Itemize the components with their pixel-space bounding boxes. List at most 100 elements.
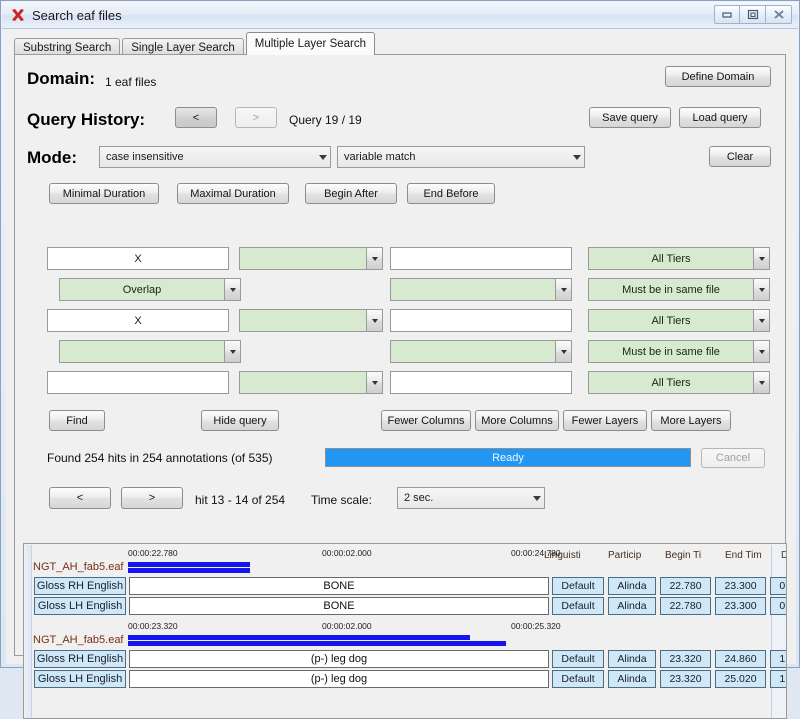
query-row-1-extra-input[interactable] bbox=[390, 247, 572, 270]
mode-case-combo[interactable]: case insensitive bbox=[99, 146, 331, 168]
maximal-duration-button[interactable]: Maximal Duration bbox=[177, 183, 289, 204]
query-history-label: Query History: bbox=[27, 110, 146, 129]
mode-match-combo[interactable]: variable match bbox=[337, 146, 585, 168]
end-time-cell[interactable]: 24.860 bbox=[715, 650, 766, 668]
participant-cell[interactable]: Alinda bbox=[608, 650, 656, 668]
mode-label: Mode: bbox=[27, 148, 78, 167]
query-row-2-extra-combo[interactable] bbox=[390, 278, 572, 301]
query-row-1-attribute-combo[interactable] bbox=[239, 247, 383, 270]
ruler-label-end: 00:00:25.320 bbox=[511, 621, 561, 631]
maximize-button[interactable] bbox=[740, 5, 766, 24]
found-hits-status: Found 254 hits in 254 annotations (of 53… bbox=[47, 451, 273, 465]
more-layers-button[interactable]: More Layers bbox=[651, 410, 731, 431]
begin-time-cell[interactable]: 23.320 bbox=[660, 670, 711, 688]
load-query-button[interactable]: Load query bbox=[679, 107, 761, 128]
participant-cell[interactable]: Alinda bbox=[608, 597, 656, 615]
query-row-2-tier-combo[interactable]: Must be in same file bbox=[588, 278, 770, 301]
tier-label-button[interactable]: Gloss RH English bbox=[34, 577, 126, 595]
domain-label: Domain: bbox=[27, 69, 95, 88]
end-time-cell[interactable]: 25.020 bbox=[715, 670, 766, 688]
time-scale-label: Time scale: bbox=[311, 493, 372, 507]
linguistic-type-cell[interactable]: Default bbox=[552, 577, 604, 595]
tier-label-button[interactable]: Gloss LH English bbox=[34, 597, 126, 615]
participant-cell[interactable]: Alinda bbox=[608, 577, 656, 595]
duration-cell[interactable]: 0.520 bbox=[770, 597, 786, 615]
results-prev-button[interactable]: < bbox=[49, 487, 111, 509]
begin-after-button[interactable]: Begin After bbox=[305, 183, 397, 204]
more-columns-button[interactable]: More Columns bbox=[475, 410, 559, 431]
query-row-2-relation-value: Overlap bbox=[122, 283, 162, 296]
linguistic-type-cell[interactable]: Default bbox=[552, 650, 604, 668]
title-bar: Search eaf files bbox=[2, 2, 798, 29]
query-row-1-text-input[interactable]: X bbox=[47, 247, 229, 270]
duration-cell[interactable]: 1.540 bbox=[770, 650, 786, 668]
annotation-cell[interactable]: BONE bbox=[129, 577, 549, 595]
time-scale-combo[interactable]: 2 sec. bbox=[397, 487, 545, 509]
duration-cell[interactable]: 1.700 bbox=[770, 670, 786, 688]
window-title: Search eaf files bbox=[32, 7, 122, 23]
window-controls bbox=[714, 5, 792, 24]
query-row-4-tier-value: Must be in same file bbox=[622, 345, 720, 358]
query-row-1-tier-combo[interactable]: All Tiers bbox=[588, 247, 770, 270]
end-time-cell[interactable]: 23.300 bbox=[715, 577, 766, 595]
result-file-name: NGT_AH_fab5.eaf bbox=[33, 561, 124, 573]
result-block: 00:00:23.320 00:00:02.000 00:00:25.320 N… bbox=[33, 617, 786, 689]
query-row-5-extra-input[interactable] bbox=[390, 371, 572, 394]
query-row-3-tier-value: All Tiers bbox=[651, 314, 691, 327]
begin-time-cell[interactable]: 22.780 bbox=[660, 577, 711, 595]
annotation-cell[interactable]: (p-) leg dog bbox=[129, 650, 549, 668]
save-query-button[interactable]: Save query bbox=[589, 107, 671, 128]
results-vertical-scrollbar[interactable] bbox=[771, 545, 785, 718]
tier-label-button[interactable]: Gloss LH English bbox=[34, 670, 126, 688]
hide-query-button[interactable]: Hide query bbox=[201, 410, 279, 431]
ruler-label-begin: 00:00:23.320 bbox=[128, 621, 178, 631]
query-row-4-relation-combo[interactable] bbox=[59, 340, 241, 363]
tab-multiple-layer-search[interactable]: Multiple Layer Search bbox=[245, 32, 376, 55]
results-panel[interactable]: Linguisti Particip Begin Ti End Tim Dura… bbox=[23, 543, 787, 719]
query-row-4-extra-combo[interactable] bbox=[390, 340, 572, 363]
begin-time-cell[interactable]: 22.780 bbox=[660, 597, 711, 615]
participant-cell[interactable]: Alinda bbox=[608, 670, 656, 688]
chevron-down-icon bbox=[555, 341, 571, 362]
tier-label-button[interactable]: Gloss RH English bbox=[34, 650, 126, 668]
query-row-5-tier-combo[interactable]: All Tiers bbox=[588, 371, 770, 394]
query-row-3-extra-input[interactable] bbox=[390, 309, 572, 332]
linguistic-type-cell[interactable]: Default bbox=[552, 670, 604, 688]
end-time-cell[interactable]: 23.300 bbox=[715, 597, 766, 615]
ruler-label-begin: 00:00:22.780 bbox=[128, 548, 178, 558]
annotation-cell[interactable]: (p-) leg dog bbox=[129, 670, 549, 688]
minimal-duration-button[interactable]: Minimal Duration bbox=[49, 183, 159, 204]
define-domain-button[interactable]: Define Domain bbox=[665, 66, 771, 87]
query-row-2-relation-combo[interactable]: Overlap bbox=[59, 278, 241, 301]
clear-button[interactable]: Clear bbox=[709, 146, 771, 167]
query-row-5-attribute-combo[interactable] bbox=[239, 371, 383, 394]
query-row-3-tier-combo[interactable]: All Tiers bbox=[588, 309, 770, 332]
find-button[interactable]: Find bbox=[49, 410, 105, 431]
cancel-button[interactable]: Cancel bbox=[701, 448, 765, 468]
query-row-5-text-input[interactable] bbox=[47, 371, 229, 394]
mode-match-value: variable match bbox=[344, 151, 416, 163]
query-row-4-tier-combo[interactable]: Must be in same file bbox=[588, 340, 770, 363]
timeline-bar bbox=[128, 568, 250, 573]
minimize-button[interactable] bbox=[714, 5, 740, 24]
close-button[interactable] bbox=[766, 5, 792, 24]
begin-time-cell[interactable]: 23.320 bbox=[660, 650, 711, 668]
linguistic-type-cell[interactable]: Default bbox=[552, 597, 604, 615]
search-window: Search eaf files Substring Search Single… bbox=[0, 0, 800, 719]
fewer-columns-button[interactable]: Fewer Columns bbox=[381, 410, 471, 431]
annotation-cell[interactable]: BONE bbox=[129, 597, 549, 615]
query-row-3-text-input[interactable]: X bbox=[47, 309, 229, 332]
duration-cell[interactable]: 0.520 bbox=[770, 577, 786, 595]
end-before-button[interactable]: End Before bbox=[407, 183, 495, 204]
domain-value: 1 eaf files bbox=[105, 75, 157, 89]
chevron-down-icon bbox=[529, 488, 544, 508]
chevron-down-icon bbox=[753, 341, 769, 362]
query-row-3-attribute-combo[interactable] bbox=[239, 309, 383, 332]
fewer-layers-button[interactable]: Fewer Layers bbox=[563, 410, 647, 431]
query-history-next-button[interactable]: > bbox=[235, 107, 277, 128]
elan-app-icon bbox=[10, 7, 26, 23]
chevron-down-icon bbox=[224, 341, 240, 362]
ruler-label-mid: 00:00:02.000 bbox=[322, 621, 372, 631]
results-next-button[interactable]: > bbox=[121, 487, 183, 509]
query-history-prev-button[interactable]: < bbox=[175, 107, 217, 128]
